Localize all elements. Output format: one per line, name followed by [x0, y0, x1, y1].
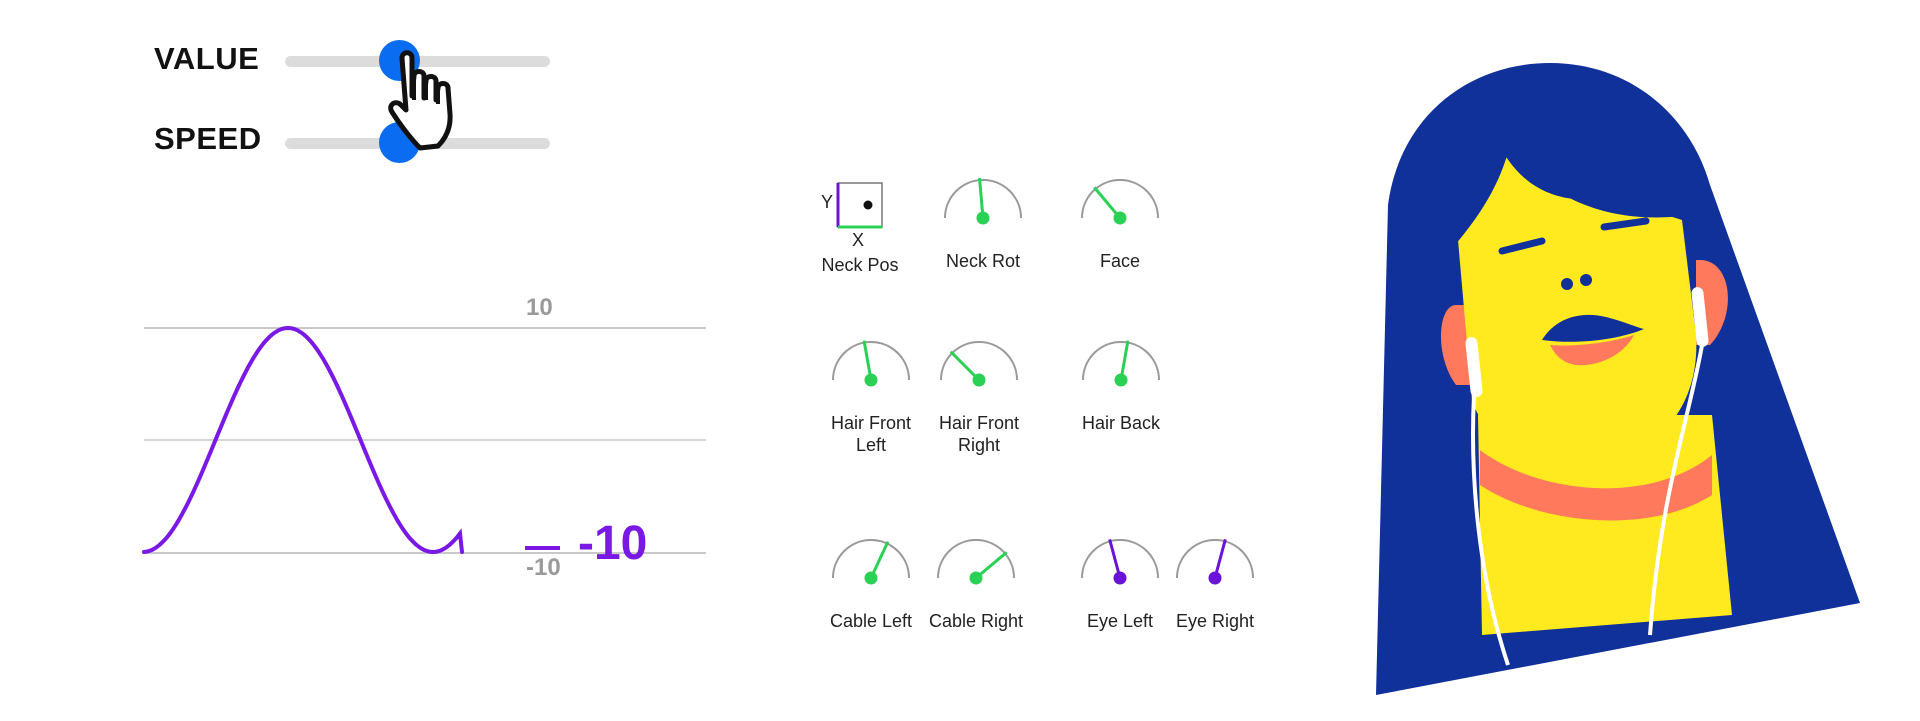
eye-right-dial-knob [1208, 571, 1222, 585]
face-label: Face [1060, 250, 1180, 272]
cable-right-dial-knob [969, 571, 983, 585]
hair-front-right-dial[interactable] [934, 332, 1024, 392]
neck-pos-x-axis-label: X [852, 230, 865, 250]
hair-front-left-dial-knob [864, 373, 878, 387]
eye-right-label-line: Eye Right [1175, 611, 1255, 631]
eye-right-dial[interactable] [1170, 530, 1260, 590]
neck-pos-label: Neck Pos [821, 255, 899, 275]
cable-left-label-line: Cable Left [829, 611, 913, 631]
cable-right-label: Cable Right [916, 610, 1036, 632]
hair-back-dial-knob [1114, 373, 1128, 387]
hair-back-label: Hair Back [1061, 412, 1181, 434]
face-dial-knob [1113, 211, 1127, 225]
cable-right-label-line: Cable Right [928, 611, 1024, 631]
graph-current-value: -10 [578, 517, 648, 570]
hair-back-dial[interactable] [1076, 332, 1166, 392]
cable-left-label: Cable Left [811, 610, 931, 632]
hair-front-right-label-line: Right [957, 435, 1001, 455]
hair-front-right-label-line: Hair Front [938, 413, 1019, 433]
eye-left-dial-knob [1113, 571, 1127, 585]
neck-rot-dial[interactable] [938, 170, 1028, 230]
neck-pos-y-axis-label: Y [821, 192, 834, 212]
hair-front-left-dial[interactable] [826, 332, 916, 392]
value-slider-label: VALUE [154, 41, 260, 76]
face-dial[interactable] [1075, 170, 1165, 230]
neck-rot-label-line: Neck Rot [945, 251, 1021, 271]
graph-top-value: 10 [526, 294, 553, 321]
hair-back-label-line: Hair Back [1081, 413, 1161, 433]
pointing-hand-icon [388, 50, 453, 151]
character-illustration [1376, 63, 1860, 695]
cable-left-dial-knob [864, 571, 878, 585]
speed-slider-label: SPEED [154, 121, 262, 156]
hair-front-left-label-line: Left [855, 435, 887, 455]
hair-front-left-label: Hair Front Left [811, 412, 931, 456]
eye-right-label: Eye Right [1155, 610, 1275, 632]
neck-rot-label: Neck Rot [923, 250, 1043, 272]
hair-front-left-label-line: Hair Front [830, 413, 911, 433]
cable-left-dial[interactable] [826, 530, 916, 590]
cable-right-dial[interactable] [931, 530, 1021, 590]
face-label-line: Face [1099, 251, 1141, 271]
hair-front-right-dial-knob [972, 373, 986, 387]
eye-left-dial[interactable] [1075, 530, 1165, 590]
hair-front-right-label: Hair Front Right [919, 412, 1039, 456]
neck-rot-dial-knob [976, 211, 990, 225]
graph-bottom-value: -10 [526, 554, 561, 581]
